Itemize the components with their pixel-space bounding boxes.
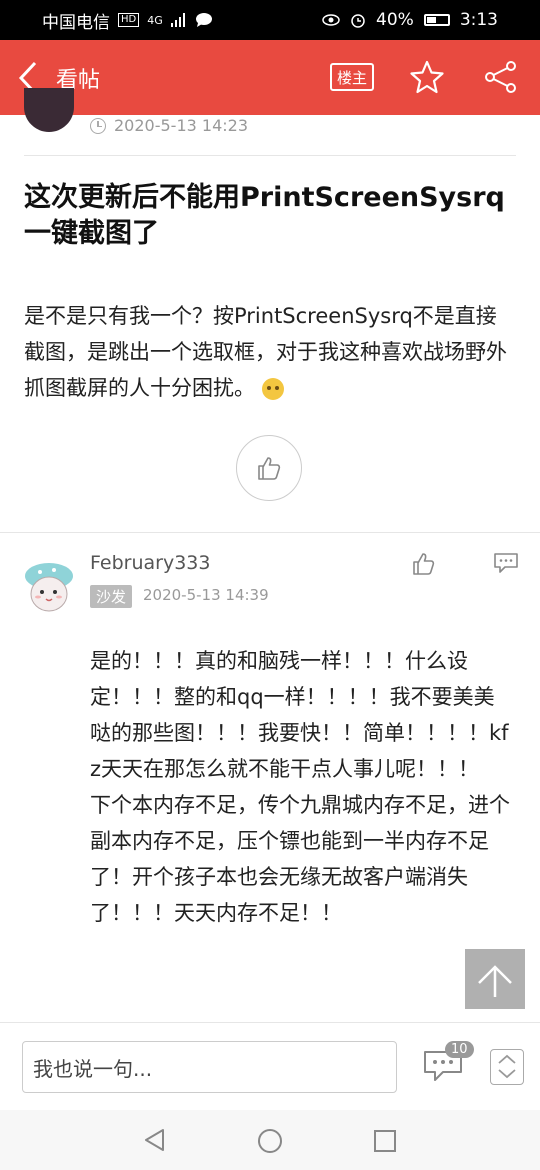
comment-input[interactable]: 我也说一句...: [22, 1041, 397, 1093]
section-separator: [0, 532, 540, 533]
signal-icon: [170, 13, 185, 27]
comment-placeholder: 我也说一句...: [33, 1056, 153, 1081]
reply-comment-button[interactable]: [493, 552, 519, 578]
app-header: 看帖 楼主: [0, 40, 540, 115]
eye-icon: [322, 14, 340, 26]
divider: [0, 1022, 540, 1023]
reply-paragraph: 是的！！！真的和脑残一样！！！什么设定！！！整的和qq一样！！！！我不要美美哒的…: [90, 649, 509, 781]
battery-label: 40%: [376, 10, 414, 30]
reply-username[interactable]: February333: [90, 552, 210, 574]
reply-body: 是的！！！真的和脑残一样！！！什么设定！！！整的和qq一样！！！！我不要美美哒的…: [90, 643, 510, 931]
owner-only-button[interactable]: 楼主: [330, 63, 374, 91]
thumbs-up-icon: [258, 457, 281, 480]
confused-emoji-icon: [261, 378, 284, 400]
status-bar: 中国电信 HD 4G 40% 3:13: [0, 0, 540, 40]
clock-icon: [90, 117, 106, 134]
share-icon: [485, 61, 516, 93]
comment-icon: [494, 553, 518, 573]
status-left: 中国电信 HD 4G: [42, 8, 213, 33]
star-icon: [410, 60, 444, 94]
post-like-button[interactable]: [236, 435, 302, 501]
post-time-label: 2020-5-13 14:23: [114, 116, 248, 135]
post-title: 这次更新后不能用PrintScreenSysrq一键截图了: [24, 182, 505, 249]
reply-like-button[interactable]: [412, 552, 436, 580]
battery-icon: [423, 14, 450, 26]
post-body: 是不是只有我一个？按PrintScreenSysrq不是直接截图，是跳出一个选取…: [24, 298, 516, 406]
arrow-up-icon: [478, 965, 512, 997]
divider: [24, 155, 516, 156]
reply-avatar[interactable]: [22, 560, 76, 614]
hd-icon: HD: [118, 13, 140, 27]
status-right: 40% 3:13: [322, 10, 498, 30]
time-label: 3:13: [459, 10, 498, 30]
carrier-label: 中国电信: [42, 12, 110, 33]
thumbs-up-icon: [413, 553, 435, 575]
avatar-image: [25, 563, 73, 612]
comment-count-badge: 10: [445, 1041, 474, 1058]
chevron-up-down-icon: [498, 1054, 516, 1079]
favorite-button[interactable]: [410, 60, 444, 98]
page-jump-button[interactable]: [490, 1049, 524, 1085]
nav-back-icon[interactable]: [143, 1128, 167, 1152]
author-avatar[interactable]: [24, 88, 74, 132]
comment-bar: 我也说一句...: [0, 1024, 540, 1110]
scroll-to-top-button[interactable]: [465, 949, 525, 1009]
post-time: 2020-5-13 14:23: [90, 116, 248, 135]
nav-home-icon[interactable]: [257, 1128, 283, 1154]
alarm-icon: [351, 14, 365, 28]
nav-recents-icon[interactable]: [373, 1129, 397, 1153]
share-button[interactable]: [484, 60, 518, 98]
reply-paragraph: 下个本内存不足，传个九鼎城内存不足，进个副本内存不足，压个镖也能到一半内存不足了…: [90, 793, 510, 925]
chat-icon: [195, 13, 212, 27]
floor-badge: 沙发: [90, 585, 133, 608]
reply-time: 2020-5-13 14:39: [143, 586, 269, 604]
network-label: 4G: [147, 13, 163, 27]
system-nav-bar: [0, 1110, 540, 1170]
